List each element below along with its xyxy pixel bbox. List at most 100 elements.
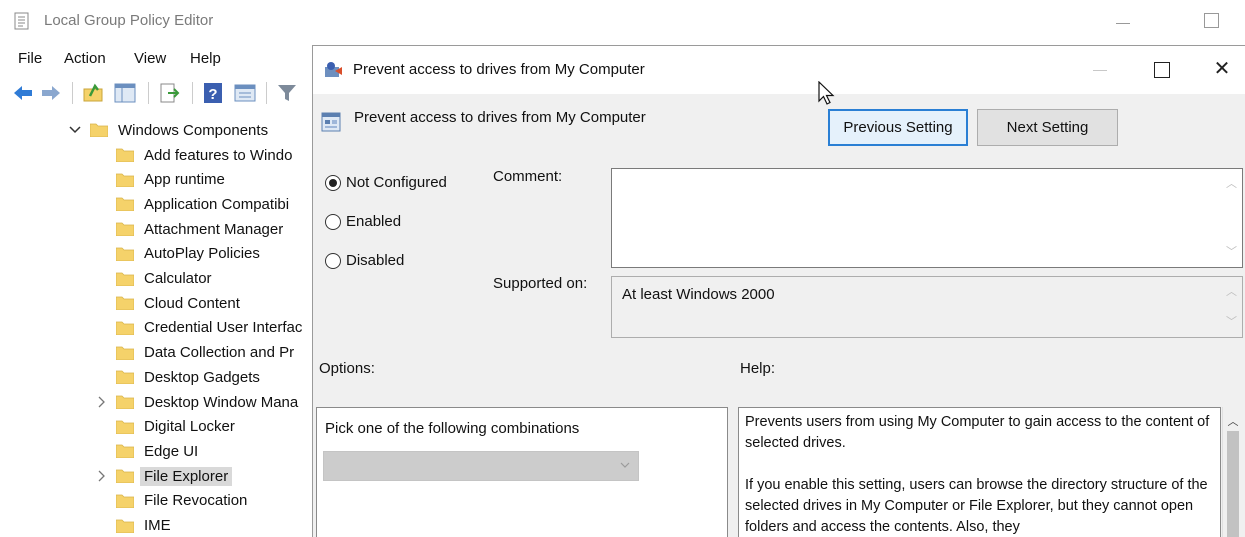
setting-name: Prevent access to drives from My Compute…	[354, 109, 646, 126]
previous-setting-button[interactable]: Previous Setting	[828, 109, 968, 146]
help-pane: Prevents users from using My Computer to…	[738, 407, 1221, 537]
radio-enabled[interactable]: Enabled	[325, 213, 401, 230]
help-scrollbar-thumb[interactable]	[1227, 431, 1239, 537]
tree-item[interactable]: Calculator	[94, 267, 212, 291]
menu-view[interactable]: View	[134, 50, 166, 67]
supported-on-value: At least Windows 2000	[622, 286, 775, 303]
next-setting-button[interactable]: Next Setting	[977, 109, 1118, 146]
radio-not-configured[interactable]: Not Configured	[325, 174, 447, 191]
folder-icon	[116, 247, 134, 261]
tree-item-label: File Revocation	[144, 492, 248, 510]
help-scrollbar[interactable]: ︿	[1222, 407, 1243, 537]
comment-label: Comment:	[493, 168, 563, 185]
chevron-right-icon[interactable]	[94, 395, 108, 409]
tree-item[interactable]: Edge UI	[94, 439, 198, 463]
tree-item[interactable]: Add features to Windo	[94, 143, 292, 167]
forward-arrow-icon[interactable]	[40, 82, 62, 104]
tree-item-label: File Explorer	[140, 466, 233, 486]
drive-combination-select[interactable]	[323, 451, 639, 481]
tree-item[interactable]: Cloud Content	[94, 291, 240, 315]
tree-item-label: Edge UI	[144, 442, 199, 460]
menu-help[interactable]: Help	[190, 50, 221, 67]
folder-icon	[116, 346, 134, 360]
tree-item-label: Add features to Windo	[144, 146, 293, 164]
radio-disabled[interactable]: Disabled	[325, 252, 404, 269]
policy-editor-icon	[14, 12, 29, 30]
main-maximize-button[interactable]	[1196, 8, 1226, 34]
tree-item[interactable]: File Revocation	[94, 489, 247, 513]
toolbar-separator	[266, 82, 267, 104]
tree-item-label: Calculator	[144, 270, 212, 287]
up-folder-icon[interactable]	[82, 82, 104, 104]
back-arrow-icon[interactable]	[12, 82, 34, 104]
export-list-icon[interactable]	[158, 82, 180, 104]
chevron-down-icon[interactable]	[68, 123, 82, 137]
tree-item[interactable]: App runtime	[94, 168, 225, 192]
toolbar-separator	[72, 82, 73, 104]
dialog-title: Prevent access to drives from My Compute…	[353, 61, 645, 78]
setting-header-icon	[321, 112, 341, 132]
tree-item-label: Credential User Interfac	[144, 319, 303, 337]
tree-item[interactable]: Application Compatibi	[94, 192, 289, 216]
tree-item[interactable]: File Explorer	[94, 464, 233, 488]
radio-button[interactable]	[325, 252, 341, 269]
tree-item-label: Desktop Window Mana	[144, 393, 299, 411]
help-icon[interactable]: ?	[202, 82, 224, 104]
tree-item[interactable]: IME	[94, 514, 171, 537]
chevron-down-icon: ﹀	[1226, 316, 1237, 328]
tree-item-label: Digital Locker	[144, 418, 235, 436]
tree-item-label: Attachment Manager	[144, 220, 284, 238]
folder-icon	[116, 444, 134, 459]
policy-tree: Windows Components Add features to Windo…	[0, 112, 312, 537]
mouse-cursor-icon	[818, 81, 835, 105]
folder-icon	[116, 370, 134, 385]
tree-item-label: Data Collection and Pr	[144, 344, 295, 362]
dialog-maximize-button[interactable]	[1146, 58, 1176, 84]
tree-item-label: IME	[144, 517, 171, 534]
tree-item[interactable]: Attachment Manager	[94, 217, 283, 241]
folder-icon	[116, 222, 134, 237]
chevron-down-icon	[620, 462, 630, 468]
tree-item[interactable]: AutoPlay Policies	[94, 242, 260, 266]
folder-icon	[90, 123, 108, 137]
chevron-up-icon[interactable]: ︿	[1227, 413, 1239, 428]
tree-item[interactable]: Digital Locker	[94, 415, 235, 439]
menu-file[interactable]: File	[18, 50, 42, 67]
toolbar-separator	[192, 82, 193, 104]
menu-action[interactable]: Action	[64, 50, 106, 67]
folder-icon	[116, 148, 134, 162]
filter-icon[interactable]	[276, 82, 298, 104]
folder-icon	[116, 272, 134, 286]
tree-item[interactable]: Desktop Gadgets	[94, 365, 260, 389]
folder-icon	[116, 197, 134, 212]
comment-textarea[interactable]: ︿ ﹀	[611, 168, 1243, 268]
tree-item[interactable]: Credential User Interfac	[94, 316, 302, 340]
chevron-right-icon[interactable]	[94, 469, 108, 483]
help-paragraph: Prevents users from using My Computer to…	[745, 414, 1210, 451]
radio-label: Disabled	[346, 252, 405, 269]
folder-icon	[116, 395, 134, 409]
svg-text:?: ?	[208, 86, 217, 103]
radio-button[interactable]	[325, 174, 341, 191]
tree-item[interactable]: Data Collection and Pr	[94, 341, 294, 365]
main-minimize-button[interactable]	[1108, 8, 1138, 34]
tree-item-label: Cloud Content	[144, 294, 240, 312]
radio-button[interactable]	[325, 213, 341, 230]
show-hide-tree-icon[interactable]	[114, 82, 136, 104]
tree-item-label: Desktop Gadgets	[144, 368, 260, 386]
toolbar: ?	[0, 76, 320, 110]
tree-item-windows-components[interactable]: Windows Components	[68, 118, 268, 142]
properties-icon[interactable]	[234, 82, 256, 104]
tree-item[interactable]: Desktop Window Mana	[94, 390, 298, 414]
dialog-minimize-button[interactable]	[1085, 58, 1115, 84]
help-paragraph: If you enable this setting, users can br…	[745, 477, 1208, 535]
main-window-title: Local Group Policy Editor	[44, 12, 214, 29]
dialog-close-button[interactable]: ✕	[1207, 58, 1237, 84]
